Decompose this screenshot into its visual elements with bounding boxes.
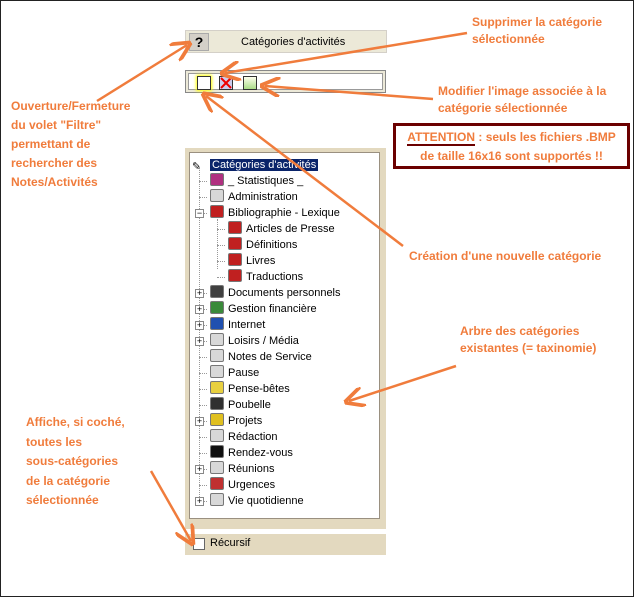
arrow-recursive <box>149 470 191 541</box>
arrow-modify <box>265 86 434 101</box>
arrow-delete <box>225 31 468 73</box>
arrow-create <box>206 96 404 247</box>
arrow-tree <box>349 364 457 401</box>
arrow-filter <box>96 45 187 103</box>
annotation-arrows <box>96 31 468 598</box>
